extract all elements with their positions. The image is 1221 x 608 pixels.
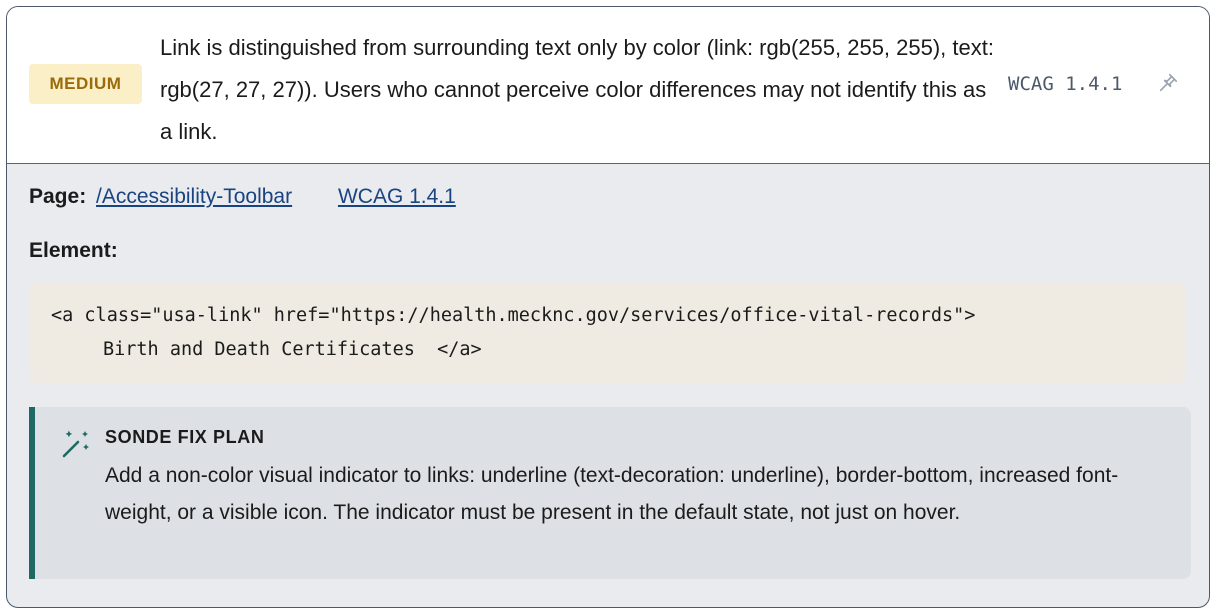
issue-summary: Link is distinguished from surrounding t… [160, 35, 994, 144]
page-link[interactable]: /Accessibility-Toolbar [96, 185, 292, 208]
code-line: <a class="usa-link" href="https://health… [51, 305, 976, 326]
severity-badge: MEDIUM [29, 64, 142, 104]
fix-plan-panel: SONDE FIX PLAN Add a non-color visual in… [29, 407, 1191, 579]
issue-header[interactable]: MEDIUM Link is distinguished from surrou… [7, 7, 1209, 164]
fix-plan-text: Add a non-color visual indicator to link… [105, 464, 1119, 524]
fix-plan-title: SONDE FIX PLAN [105, 427, 265, 447]
wcag-tag: WCAG 1.4.1 [1008, 73, 1123, 95]
code-line: Birth and Death Certificates </a> [103, 339, 482, 360]
page-label: Page: [29, 185, 87, 208]
pin-icon[interactable] [1157, 72, 1179, 94]
issue-card: MEDIUM Link is distinguished from surrou… [6, 6, 1210, 608]
element-code-block: <a class="usa-link" href="https://health… [29, 283, 1185, 383]
magic-wand-icon [62, 430, 89, 458]
wcag-link[interactable]: WCAG 1.4.1 [338, 185, 456, 208]
page-row: Page: /Accessibility-Toolbar WCAG 1.4.1 [29, 183, 1187, 211]
element-label: Element: [29, 239, 118, 262]
issue-details: Page: /Accessibility-Toolbar WCAG 1.4.1 [29, 183, 1187, 211]
